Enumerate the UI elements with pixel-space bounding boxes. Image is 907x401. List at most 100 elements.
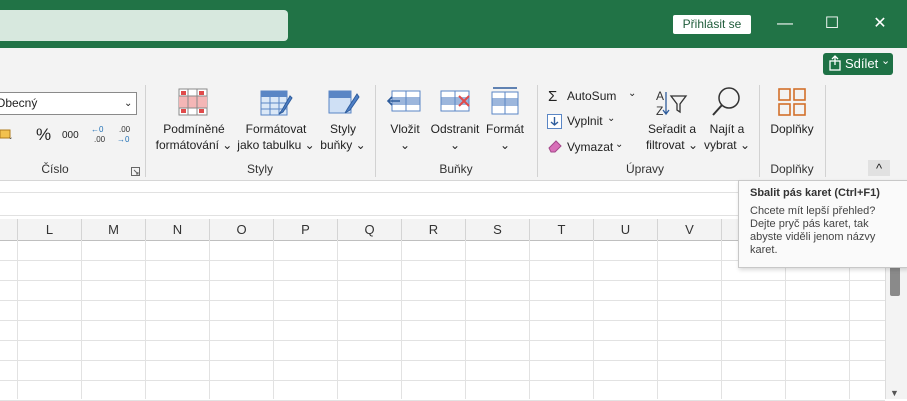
grid-line <box>401 240 402 399</box>
add-ins-button[interactable]: Doplňky <box>764 121 820 137</box>
column-header[interactable]: L <box>18 219 82 241</box>
scrollbar-thumb[interactable] <box>890 264 900 296</box>
delete-cells-icon[interactable] <box>440 88 472 117</box>
collapse-ribbon-button[interactable]: ^ <box>868 160 890 176</box>
grid-line <box>657 240 658 399</box>
format-as-table-icon[interactable] <box>260 88 294 121</box>
sigma-icon: Σ <box>548 88 558 105</box>
conditional-formatting-label-2: formátování ⌄ <box>155 138 233 152</box>
grid-row[interactable] <box>0 280 885 301</box>
add-ins-icon[interactable] <box>777 87 807 120</box>
grid-line <box>273 240 274 399</box>
column-header[interactable]: S <box>466 219 530 241</box>
grid-line <box>337 240 338 399</box>
grid-row[interactable] <box>0 320 885 341</box>
format-as-table-label: Formátovat <box>245 122 307 136</box>
tooltip-title: Sbalit pás karet (Ctrl+F1) <box>750 187 880 199</box>
minimize-button[interactable]: — <box>765 10 805 38</box>
autosum-label: AutoSum <box>567 89 617 103</box>
delete-cells-button[interactable]: Odstranit ⌄ <box>428 121 482 153</box>
column-header-partial[interactable] <box>0 219 18 241</box>
chevron-down-icon: ⌄ <box>399 138 411 152</box>
chevron-down-icon: ⌄ <box>449 138 461 152</box>
grid-row[interactable] <box>0 380 885 401</box>
find-select-label: Najít a <box>709 122 745 136</box>
cell-styles-label: Styly <box>329 122 356 136</box>
search-box[interactable] <box>0 10 288 41</box>
fill-button[interactable]: Vyplnit ⌄ <box>547 113 615 132</box>
grid-row[interactable] <box>0 300 885 321</box>
close-button[interactable]: ✕ <box>860 10 900 38</box>
column-header[interactable]: Q <box>338 219 402 241</box>
find-select-button[interactable]: Najít a vybrat ⌄ <box>702 121 752 153</box>
conditional-formatting-icon[interactable] <box>178 88 208 119</box>
column-header[interactable]: T <box>530 219 594 241</box>
number-format-combo[interactable]: Obecný ⌄ <box>0 92 137 115</box>
svg-text:A: A <box>656 89 664 103</box>
cell-styles-button[interactable]: Styly buňky ⌄ <box>317 121 369 153</box>
column-header[interactable]: O <box>210 219 274 241</box>
sort-filter-label: Seřadit a <box>647 122 697 136</box>
grid-line <box>17 240 18 399</box>
eraser-icon <box>547 140 563 156</box>
grid-line <box>145 240 146 399</box>
column-header[interactable]: R <box>402 219 466 241</box>
grid-line <box>209 240 210 399</box>
group-separator <box>145 85 146 177</box>
chevron-down-icon: ⌄ <box>124 98 133 109</box>
group-separator <box>537 85 538 177</box>
decrease-decimal-icon[interactable]: .00 →0 <box>117 124 137 147</box>
sort-filter-label-2: filtrovat ⌄ <box>645 138 699 152</box>
sign-in-button[interactable]: Přihlásit se <box>673 15 751 34</box>
format-cells-icon[interactable] <box>490 86 520 119</box>
dialog-launcher-icon[interactable] <box>131 165 140 179</box>
insert-cells-icon[interactable] <box>386 88 422 117</box>
column-header[interactable]: M <box>82 219 146 241</box>
sort-filter-icon[interactable]: A Z <box>655 88 689 121</box>
conditional-formatting-label: Podmíněné <box>163 122 225 136</box>
grid-line <box>465 240 466 399</box>
insert-cells-label: Vložit <box>390 122 420 136</box>
comma-style-button[interactable]: 000 <box>62 130 79 141</box>
chevron-down-icon: ⌄ <box>628 88 637 99</box>
percent-style-button[interactable]: % <box>36 125 51 145</box>
format-as-table-button[interactable]: Formátovat jako tabulku ⌄ <box>235 121 317 153</box>
column-header[interactable]: V <box>658 219 722 241</box>
sort-filter-button[interactable]: Seřadit a filtrovat ⌄ <box>640 121 704 153</box>
svg-text:.00: .00 <box>94 135 106 144</box>
column-header[interactable]: U <box>594 219 658 241</box>
accounting-format-icon[interactable]: ⌄ <box>0 127 14 144</box>
clear-label: Vymazat <box>567 140 614 154</box>
group-label-number: Číslo <box>41 162 69 176</box>
column-header[interactable]: P <box>274 219 338 241</box>
svg-text:←0: ←0 <box>91 125 104 134</box>
scroll-down-icon[interactable]: ▼ <box>890 388 899 398</box>
svg-text:Z: Z <box>656 104 663 118</box>
group-label-add-ins: Doplňky <box>770 162 814 176</box>
clear-button[interactable]: Vymazat ⌄ <box>547 139 623 156</box>
group-label-styles: Styly <box>246 162 273 176</box>
column-header[interactable]: N <box>146 219 210 241</box>
cell-styles-icon[interactable] <box>328 88 360 121</box>
maximize-button[interactable]: ☐ <box>812 10 852 38</box>
share-label: Sdílet <box>845 56 879 71</box>
number-format-value: Obecný <box>0 96 38 110</box>
share-icon <box>829 53 841 82</box>
insert-cells-button[interactable]: Vložit ⌄ <box>385 121 425 153</box>
conditional-formatting-button[interactable]: Podmíněné formátování ⌄ <box>150 121 238 153</box>
tooltip-body: Chcete mít lepší přehled? Dejte pryč pás… <box>750 205 876 256</box>
fill-label: Vyplnit <box>567 114 603 128</box>
svg-text:.00: .00 <box>119 125 131 134</box>
grid-line <box>81 240 82 399</box>
grid-line <box>721 240 722 399</box>
svg-text:→0: →0 <box>117 135 130 144</box>
increase-decimal-icon[interactable]: ←0.00 <box>91 124 111 147</box>
format-cells-button[interactable]: Formát ⌄ <box>483 121 527 153</box>
grid-row[interactable] <box>0 360 885 381</box>
group-separator <box>375 85 376 177</box>
autosum-button[interactable]: Σ AutoSum ⌄ <box>548 88 636 105</box>
find-select-icon[interactable] <box>711 86 743 121</box>
share-button[interactable]: Sdílet ⌄ <box>823 53 893 75</box>
grid-row[interactable] <box>0 340 885 361</box>
fill-down-icon <box>547 114 562 132</box>
